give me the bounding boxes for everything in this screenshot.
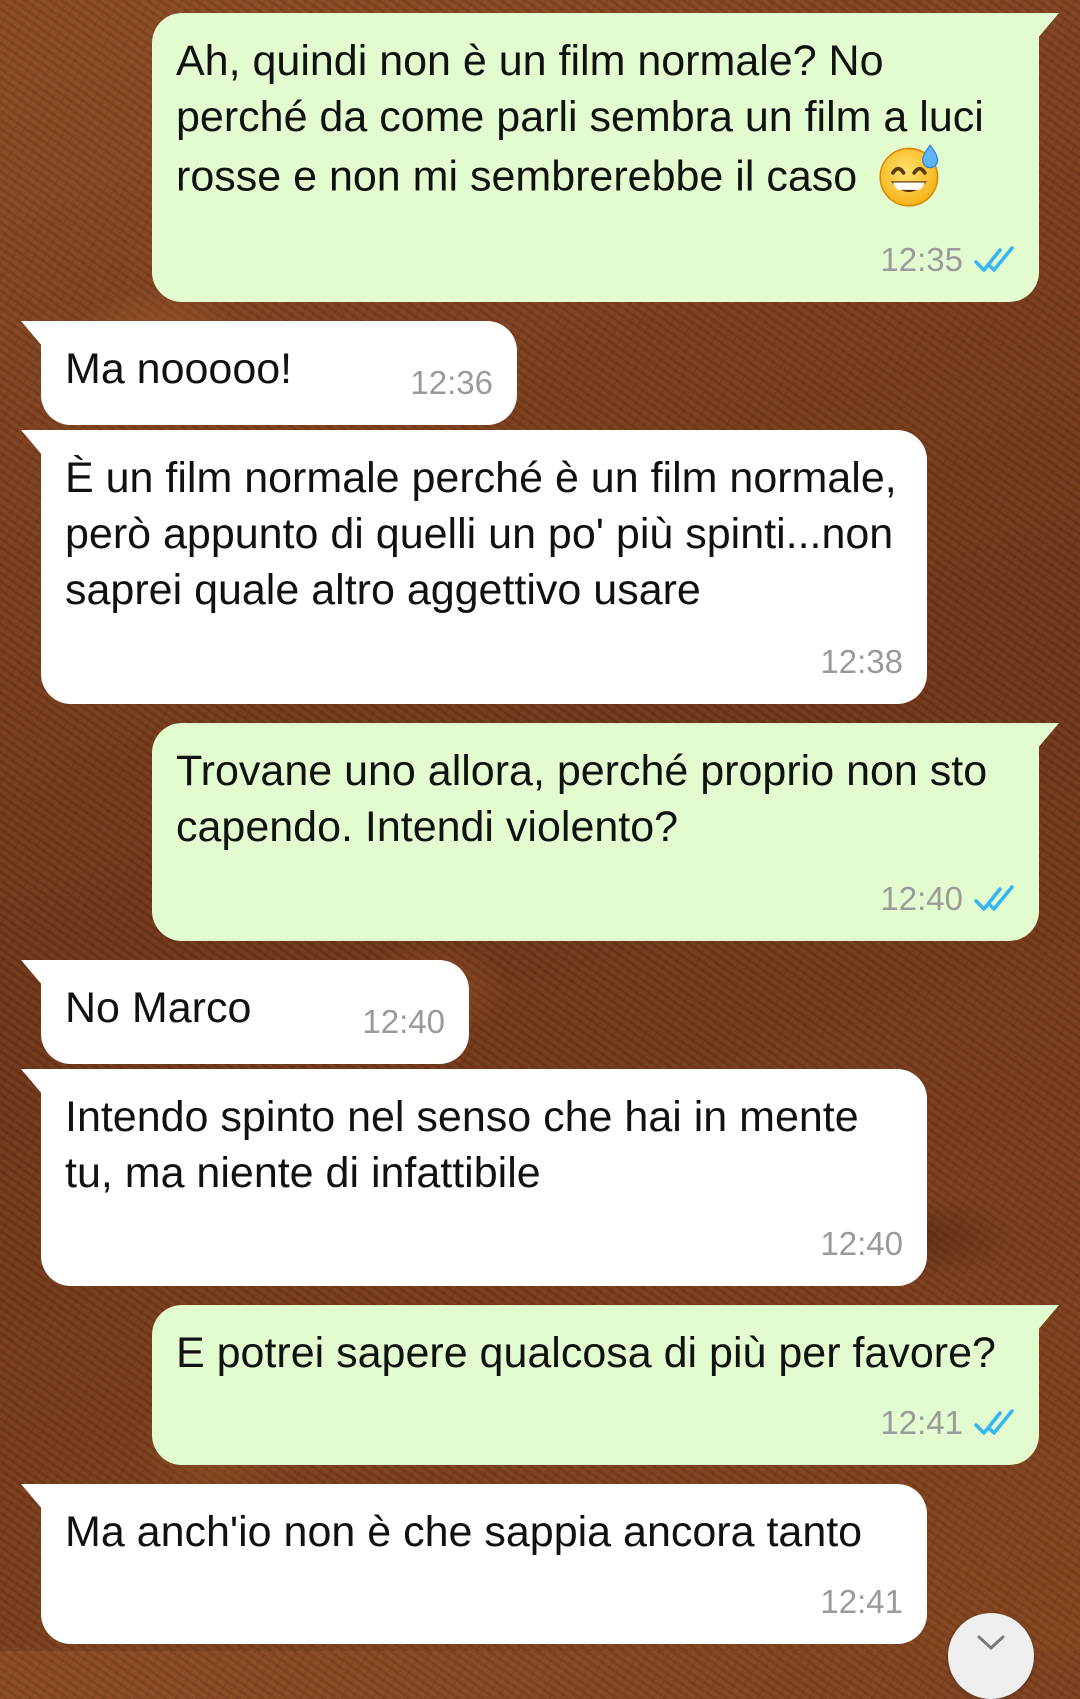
- incoming-message[interactable]: No Marco 12:40: [21, 960, 469, 1064]
- incoming-message[interactable]: Ma nooooo! 12:36: [21, 321, 517, 425]
- message-time: 12:38: [820, 643, 903, 680]
- incoming-message[interactable]: Ma anch'io non è che sappia ancora tanto…: [21, 1484, 927, 1644]
- double-check-icon: [974, 1409, 1014, 1435]
- double-check-icon: [974, 246, 1014, 272]
- chevron-down-icon: [977, 1635, 1005, 1651]
- message-text: E potrei sapere qualcosa di più per favo…: [176, 1329, 996, 1377]
- message-time: 12:40: [880, 880, 963, 917]
- message-time: 12:41: [880, 1404, 963, 1441]
- double-check-icon: [974, 885, 1014, 911]
- message-text: Ah, quindi non è un film normale? No per…: [176, 37, 984, 201]
- message-text: Ma anch'io non è che sappia ancora tanto: [65, 1508, 863, 1556]
- message-text: Trovane uno allora, perché proprio non s…: [176, 747, 988, 851]
- scroll-to-bottom-button[interactable]: [948, 1613, 1034, 1699]
- message-text: È un film normale perché è un film norma…: [65, 454, 897, 614]
- message-time: 12:40: [820, 1225, 903, 1262]
- message-text: Intendo spinto nel senso che hai in ment…: [65, 1093, 859, 1197]
- message-time: 12:36: [410, 364, 493, 401]
- outgoing-message[interactable]: E potrei sapere qualcosa di più per favo…: [152, 1305, 1059, 1465]
- message-time: 12:40: [362, 1003, 445, 1040]
- incoming-message[interactable]: È un film normale perché è un film norma…: [21, 430, 927, 704]
- outgoing-message[interactable]: Ah, quindi non è un film normale? No per…: [152, 13, 1059, 302]
- outgoing-message[interactable]: Trovane uno allora, perché proprio non s…: [152, 723, 1059, 941]
- message-time: 12:41: [820, 1583, 903, 1620]
- message-time: 12:35: [880, 241, 963, 278]
- grinning-face-with-sweat-emoji: [879, 144, 939, 207]
- incoming-message[interactable]: Intendo spinto nel senso che hai in ment…: [21, 1069, 927, 1286]
